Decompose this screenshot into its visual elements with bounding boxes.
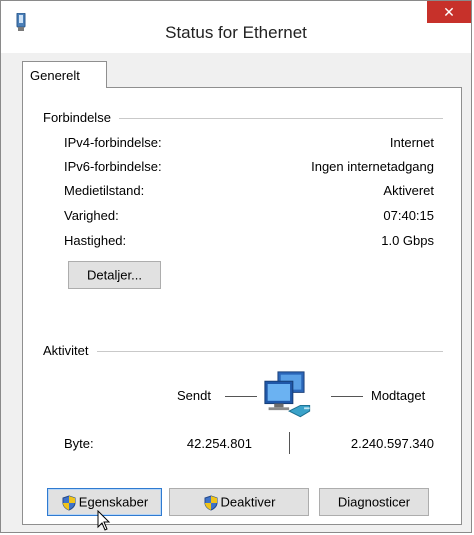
tab-panel: Forbindelse IPv4-forbindelse: Internet I… bbox=[22, 87, 462, 531]
ipv6-value: Ingen internetadgang bbox=[311, 159, 434, 174]
sent-label: Sendt bbox=[177, 388, 211, 403]
diagnose-button-label: Diagnosticer bbox=[337, 494, 411, 510]
section-divider bbox=[43, 351, 443, 352]
sent-line bbox=[225, 396, 257, 397]
speed-value: 1.0 Gbps bbox=[381, 233, 434, 248]
disable-button[interactable]: Deaktiver bbox=[169, 488, 309, 516]
bytes-sent-value: 42.254.801 bbox=[186, 436, 252, 451]
details-button[interactable]: Detaljer... bbox=[68, 261, 161, 289]
section-label-connection: Forbindelse bbox=[43, 110, 119, 125]
bytes-label: Byte: bbox=[64, 436, 94, 451]
details-button-label: Detaljer... bbox=[87, 267, 142, 283]
diagnose-button[interactable]: Diagnosticer bbox=[319, 488, 429, 516]
tab-generelt[interactable]: Generelt bbox=[22, 61, 107, 88]
media-state-value: Aktiveret bbox=[383, 183, 434, 198]
activity-divider bbox=[289, 432, 290, 454]
duration-label: Varighed: bbox=[64, 208, 119, 223]
uac-shield-icon bbox=[62, 495, 76, 511]
received-line bbox=[331, 396, 363, 397]
close-button[interactable]: ✕ bbox=[427, 1, 471, 23]
network-computers-icon bbox=[264, 371, 311, 418]
status-window: Status for Ethernet ✕ Generelt Forbindel… bbox=[0, 0, 472, 533]
title-bar[interactable]: Status for Ethernet ✕ bbox=[1, 1, 471, 53]
mouse-pointer-icon bbox=[97, 510, 111, 531]
received-label: Modtaget bbox=[371, 388, 426, 403]
uac-shield-icon bbox=[204, 495, 218, 511]
properties-button-label: Egenskaber bbox=[78, 494, 149, 510]
section-label-activity: Aktivitet bbox=[43, 343, 97, 358]
ipv6-label: IPv6-forbindelse: bbox=[64, 159, 162, 174]
window-title: Status for Ethernet bbox=[165, 23, 307, 42]
media-state-label: Medietilstand: bbox=[64, 183, 145, 198]
ipv4-value: Internet bbox=[389, 135, 434, 150]
ipv4-label: IPv4-forbindelse: bbox=[64, 135, 162, 150]
speed-label: Hastighed: bbox=[64, 233, 127, 248]
disable-button-label: Deaktiver bbox=[220, 494, 276, 510]
duration-value: 07:40:15 bbox=[383, 208, 434, 223]
bytes-received-value: 2.240.597.340 bbox=[350, 436, 434, 451]
